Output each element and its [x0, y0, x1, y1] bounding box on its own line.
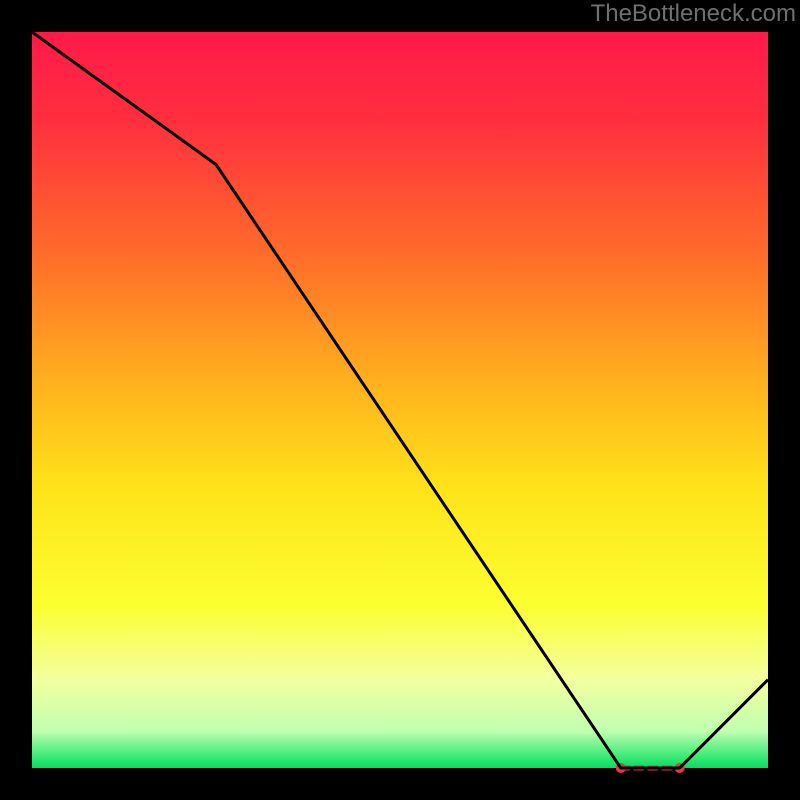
- chart-svg: [0, 0, 800, 800]
- chart-root: { "watermark": "TheBottleneck.com", "cha…: [0, 0, 800, 800]
- plot-background: [32, 32, 768, 768]
- watermark-text: TheBottleneck.com: [591, 0, 796, 28]
